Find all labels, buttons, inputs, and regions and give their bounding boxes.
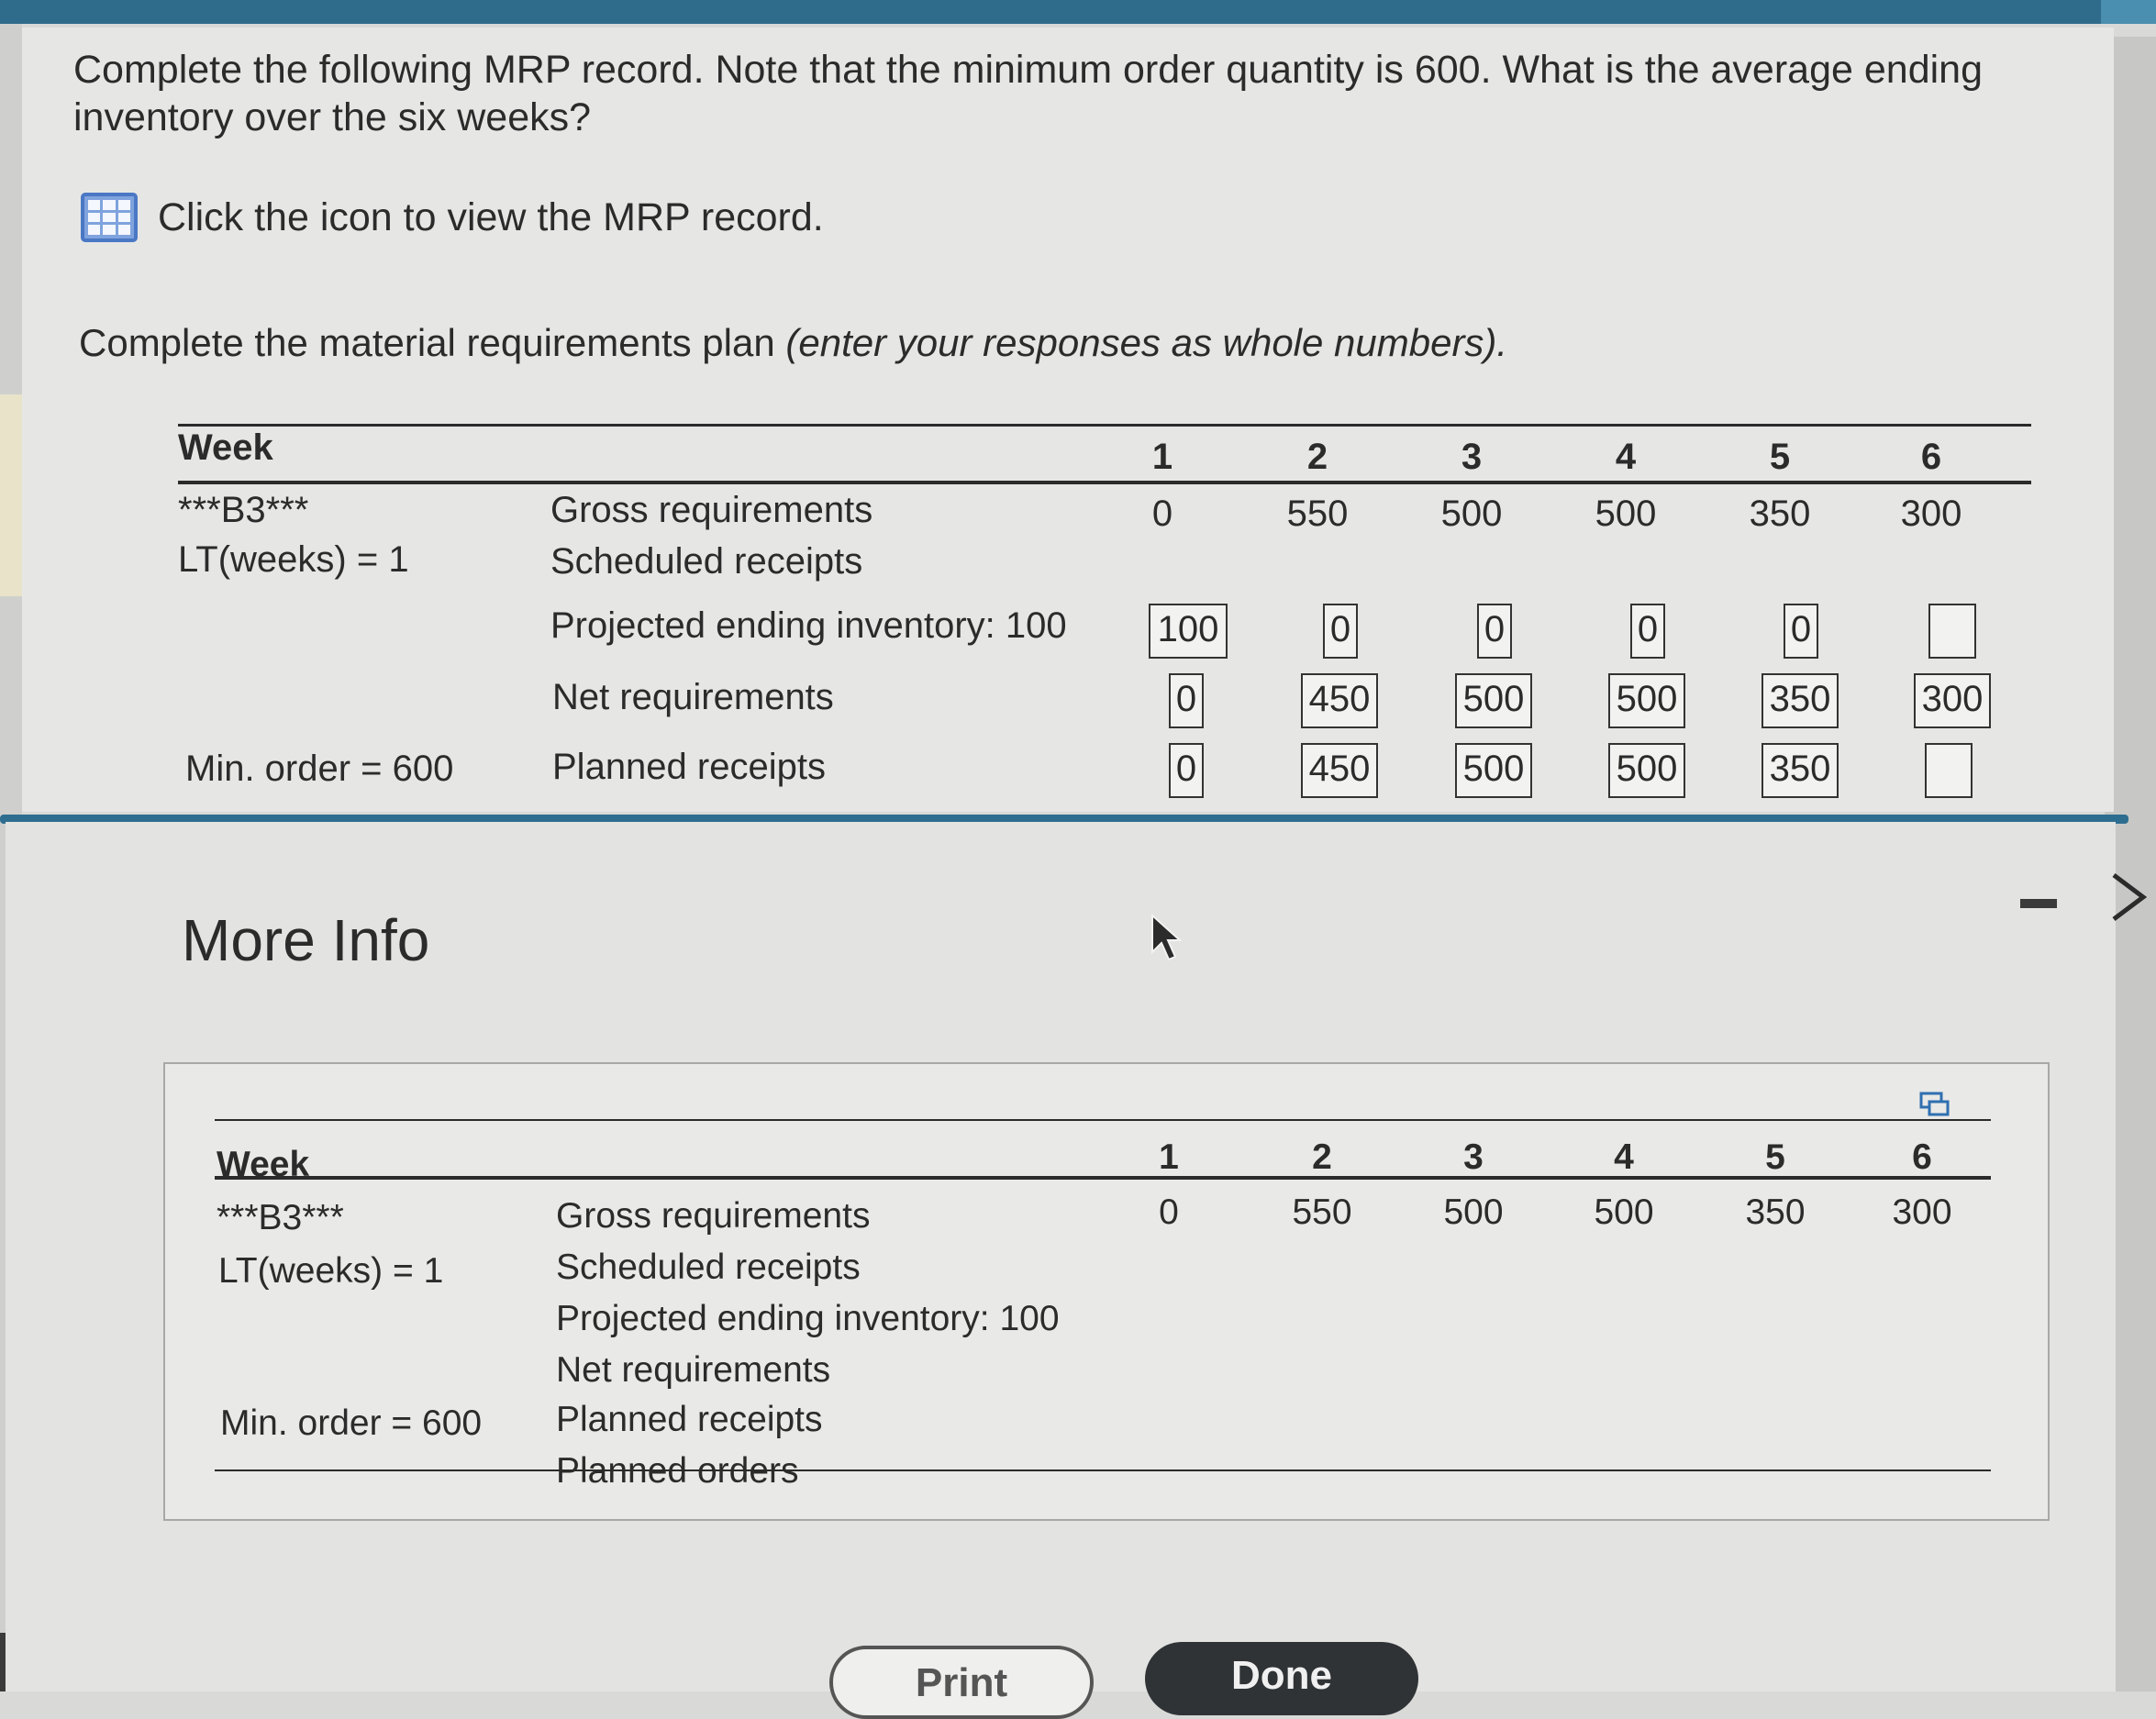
question-text: Complete the following MRP record. Note … bbox=[73, 48, 1983, 139]
gross-value-2: 550 bbox=[1286, 494, 1349, 534]
gross-value-3: 500 bbox=[1440, 494, 1503, 534]
record-row-projected: Projected ending inventory: 100 bbox=[556, 1299, 1060, 1338]
record-gross-5: 350 bbox=[1745, 1192, 1806, 1232]
week-header-6: 6 bbox=[1920, 437, 1942, 477]
net-input-3[interactable]: 500 bbox=[1455, 673, 1532, 728]
row-label-gross: Gross requirements bbox=[550, 490, 873, 530]
record-bottom-rule bbox=[215, 1469, 1991, 1471]
mrp-record-panel: Week 1 2 3 4 5 6 ***B3*** LT(weeks) = 1 … bbox=[163, 1062, 2050, 1521]
instructions-note: (enter your responses as whole numbers). bbox=[785, 321, 1508, 364]
record-week-4: 4 bbox=[1614, 1137, 1634, 1177]
record-row-planned-receipts: Planned receipts bbox=[556, 1400, 823, 1439]
row-label-net: Net requirements bbox=[552, 677, 834, 717]
print-button[interactable]: Print bbox=[829, 1646, 1094, 1719]
question-panel: Complete the following MRP record. Note … bbox=[22, 28, 2114, 812]
gross-value-4: 500 bbox=[1595, 494, 1657, 534]
projected-input-5[interactable]: 0 bbox=[1784, 604, 1818, 659]
planned-receipts-input-1[interactable]: 0 bbox=[1169, 743, 1204, 798]
gross-value-6: 300 bbox=[1900, 494, 1962, 534]
gross-value-1: 0 bbox=[1151, 494, 1173, 534]
planned-receipts-input-6[interactable] bbox=[1925, 743, 1973, 798]
record-gross-3: 500 bbox=[1443, 1192, 1504, 1232]
more-info-dialog: More Info Week 1 2 3 4 5 6 ***B3*** LT(w… bbox=[6, 822, 2148, 1719]
projected-input-6[interactable] bbox=[1928, 604, 1976, 659]
net-input-5[interactable]: 350 bbox=[1761, 673, 1839, 728]
window-top-bar bbox=[0, 0, 2156, 24]
mrp-record-link-text[interactable]: Click the icon to view the MRP record. bbox=[158, 195, 824, 240]
week-header-3: 3 bbox=[1461, 437, 1483, 477]
week-label: Week bbox=[178, 427, 273, 468]
record-lead-time: LT(weeks) = 1 bbox=[218, 1251, 444, 1291]
record-gross-6: 300 bbox=[1892, 1192, 1952, 1232]
row-label-projected: Projected ending inventory: 100 bbox=[550, 605, 1067, 646]
projected-input-3[interactable]: 0 bbox=[1477, 604, 1512, 659]
record-row-gross: Gross requirements bbox=[556, 1196, 871, 1236]
gross-value-5: 350 bbox=[1749, 494, 1811, 534]
table-header-rule bbox=[178, 481, 2031, 484]
record-gross-1: 0 bbox=[1159, 1192, 1179, 1232]
planned-receipts-input-3[interactable]: 500 bbox=[1455, 743, 1532, 798]
record-min-order: Min. order = 600 bbox=[220, 1403, 483, 1443]
dialog-title: More Info bbox=[182, 907, 430, 973]
record-row-planned-orders: Planned orders bbox=[556, 1451, 799, 1491]
row-label-planned-receipts: Planned receipts bbox=[552, 747, 826, 787]
record-week-2: 2 bbox=[1312, 1137, 1332, 1177]
projected-input-2[interactable]: 0 bbox=[1323, 604, 1358, 659]
record-week-6: 6 bbox=[1912, 1137, 1932, 1177]
record-week-label: Week bbox=[217, 1145, 310, 1184]
record-week-1: 1 bbox=[1159, 1137, 1179, 1177]
item-code: ***B3*** bbox=[178, 490, 309, 530]
record-week-5: 5 bbox=[1765, 1137, 1785, 1177]
projected-input-4[interactable]: 0 bbox=[1630, 604, 1665, 659]
instructions: Complete the material requirements plan … bbox=[79, 321, 1507, 365]
instructions-text: Complete the material requirements plan bbox=[79, 321, 786, 364]
row-label-scheduled: Scheduled receipts bbox=[550, 541, 863, 582]
planned-receipts-input-2[interactable]: 450 bbox=[1301, 743, 1378, 798]
mrp-record-link[interactable]: Click the icon to view the MRP record. bbox=[81, 193, 824, 242]
done-button[interactable]: Done bbox=[1145, 1642, 1418, 1715]
net-input-4[interactable]: 500 bbox=[1608, 673, 1685, 728]
close-icon[interactable] bbox=[2110, 870, 2148, 938]
week-header-4: 4 bbox=[1615, 437, 1637, 477]
left-edge-bar bbox=[0, 1633, 6, 1691]
grid-table-icon[interactable] bbox=[81, 193, 138, 242]
mrp-table: Week 1 2 3 4 5 6 ***B3*** LT(weeks) = 1 … bbox=[176, 385, 2033, 816]
mouse-cursor-icon bbox=[1150, 913, 1184, 970]
planned-receipts-input-4[interactable]: 500 bbox=[1608, 743, 1685, 798]
week-header-1: 1 bbox=[1151, 437, 1173, 477]
week-header-2: 2 bbox=[1306, 437, 1328, 477]
lead-time: LT(weeks) = 1 bbox=[178, 539, 409, 580]
week-header-5: 5 bbox=[1769, 437, 1791, 477]
table-top-rule bbox=[178, 424, 2031, 427]
record-week-3: 3 bbox=[1463, 1137, 1484, 1177]
projected-input-1[interactable]: 100 bbox=[1149, 604, 1228, 659]
record-row-net: Net requirements bbox=[556, 1350, 831, 1390]
popout-icon[interactable] bbox=[1919, 1092, 1950, 1117]
minimize-icon[interactable] bbox=[2020, 899, 2057, 908]
net-input-1[interactable]: 0 bbox=[1169, 673, 1204, 728]
planned-receipts-input-5[interactable]: 350 bbox=[1761, 743, 1839, 798]
record-top-rule bbox=[215, 1119, 1991, 1121]
record-gross-4: 500 bbox=[1594, 1192, 1654, 1232]
record-gross-2: 550 bbox=[1292, 1192, 1352, 1232]
net-input-2[interactable]: 450 bbox=[1301, 673, 1378, 728]
record-row-scheduled: Scheduled receipts bbox=[556, 1248, 861, 1287]
min-order: Min. order = 600 bbox=[185, 749, 454, 789]
record-item-code: ***B3*** bbox=[217, 1198, 344, 1237]
net-input-6[interactable]: 300 bbox=[1914, 673, 1991, 728]
